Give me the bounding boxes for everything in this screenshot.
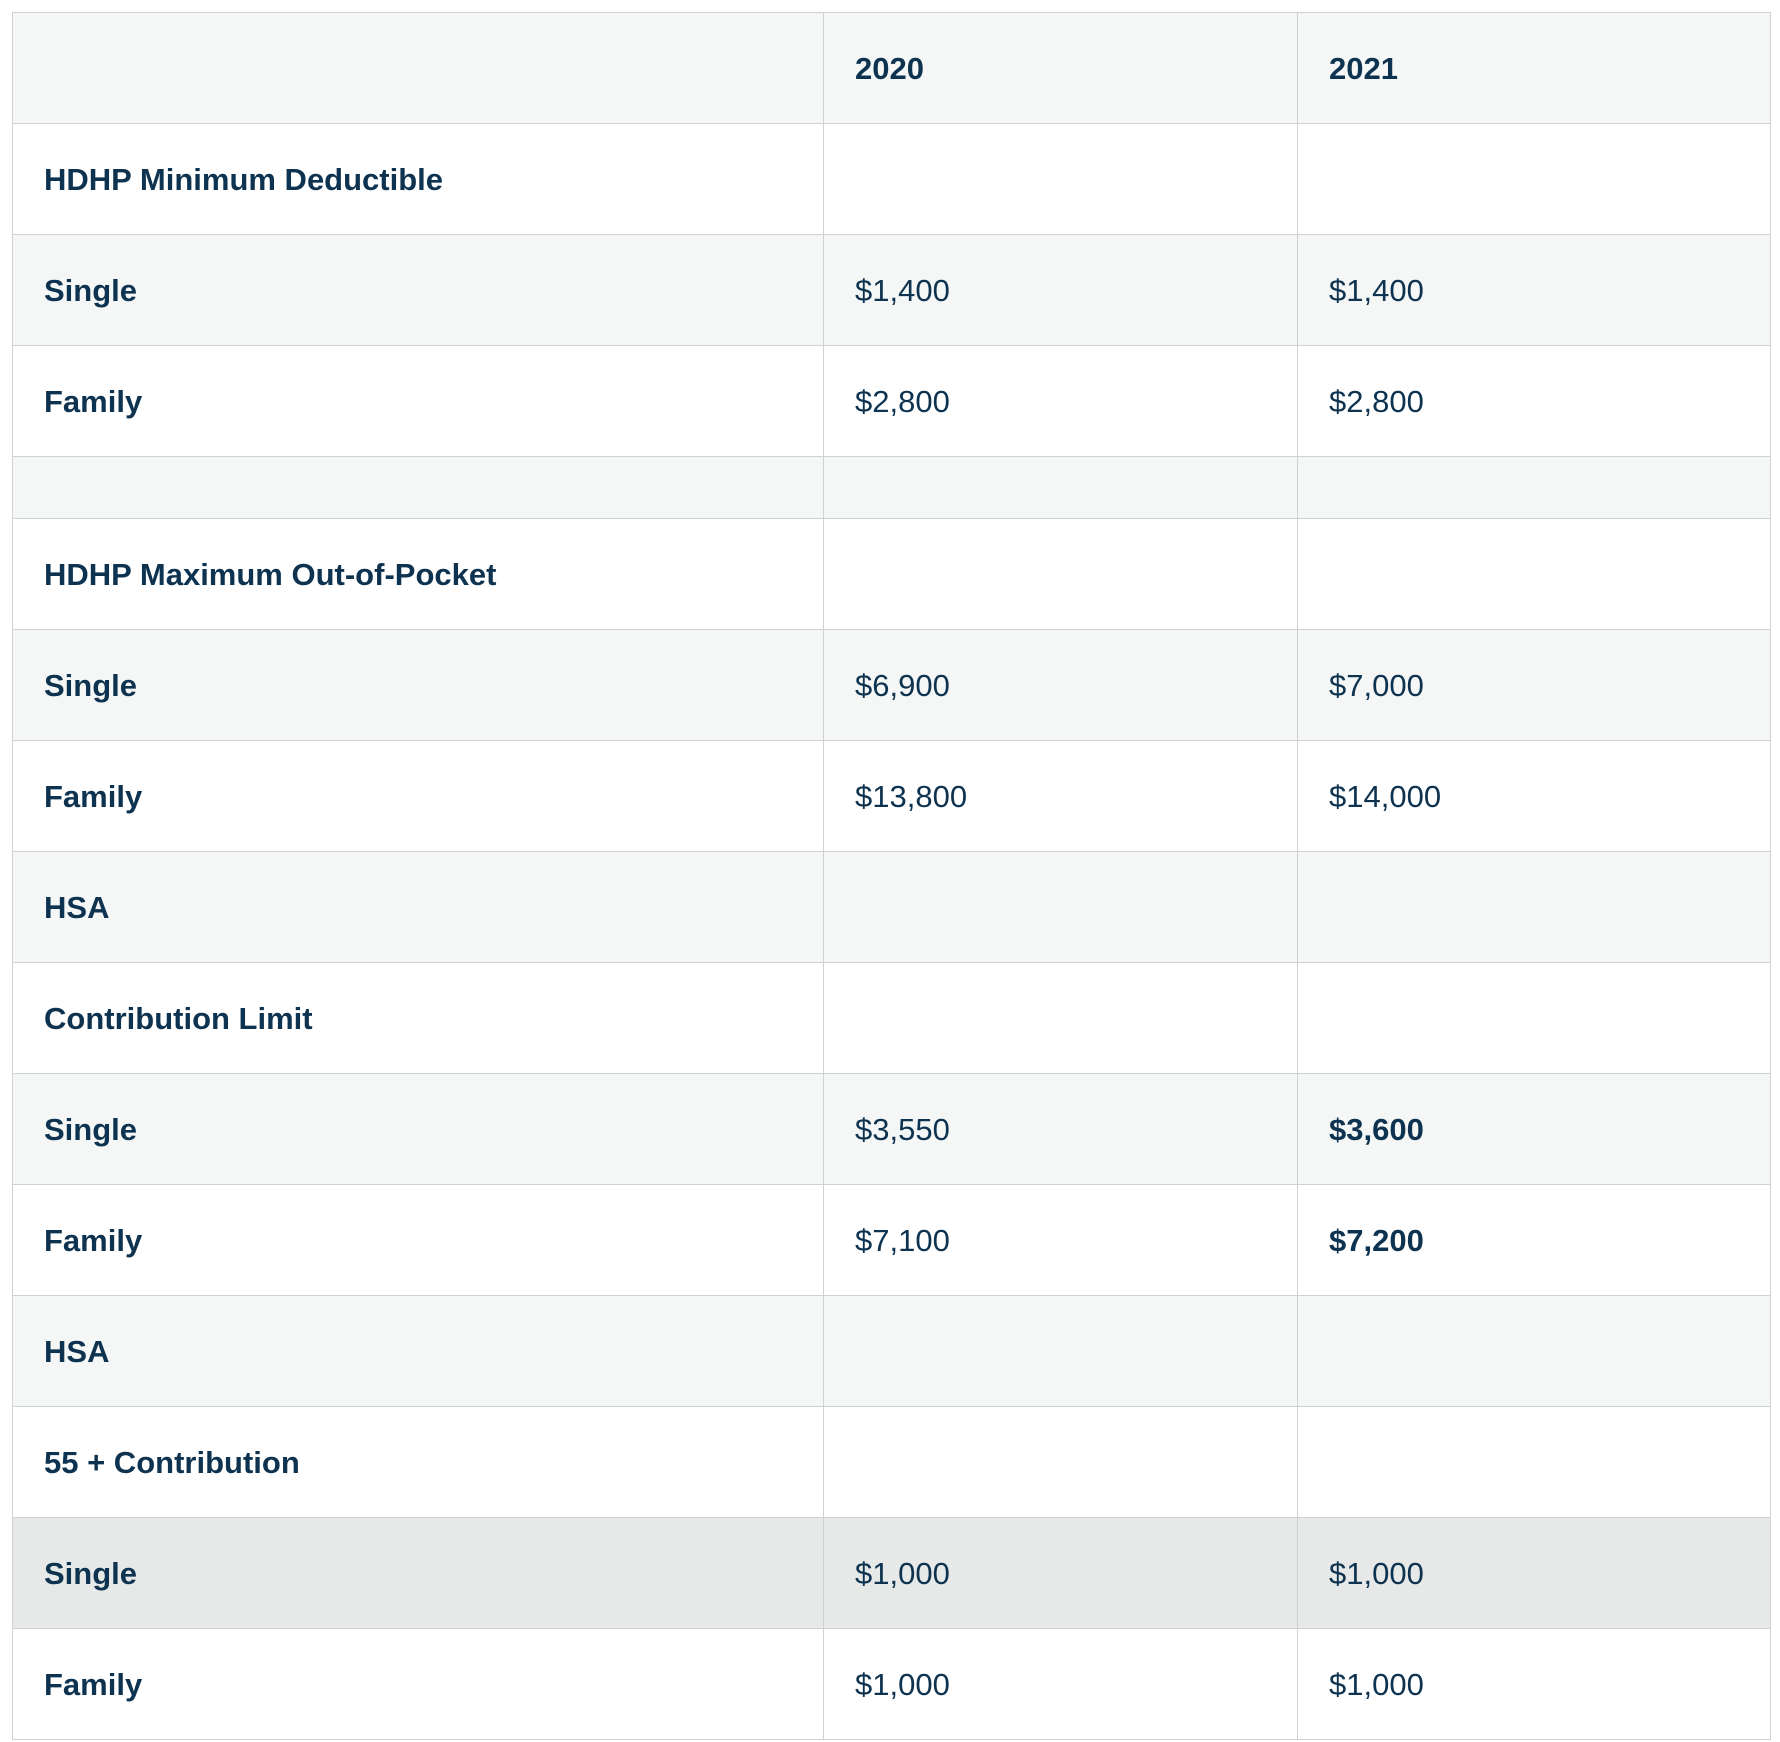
row-label: HDHP Minimum Deductible bbox=[12, 123, 824, 235]
cell-2021: $1,000 bbox=[1297, 1517, 1771, 1629]
cell-2021 bbox=[1297, 851, 1771, 963]
cell-2020 bbox=[823, 962, 1298, 1074]
table-row: Contribution Limit bbox=[12, 962, 1771, 1074]
row-label: Single bbox=[12, 1073, 824, 1185]
row-label: Single bbox=[12, 234, 824, 346]
table-row-highlighted: Single $1,000 $1,000 bbox=[12, 1517, 1771, 1629]
row-label: Contribution Limit bbox=[12, 962, 824, 1074]
cell-2020: $7,100 bbox=[823, 1184, 1298, 1296]
row-label bbox=[12, 456, 824, 519]
cell-2021: $2,800 bbox=[1297, 345, 1771, 457]
cell-2020 bbox=[823, 456, 1298, 519]
table-row: Family $7,100 $7,200 bbox=[12, 1184, 1771, 1296]
cell-2020: $3,550 bbox=[823, 1073, 1298, 1185]
header-cell-2021: 2021 bbox=[1297, 12, 1771, 124]
table-row: 55 + Contribution bbox=[12, 1406, 1771, 1518]
row-label: HSA bbox=[12, 1295, 824, 1407]
cell-2020 bbox=[823, 1406, 1298, 1518]
row-label: Family bbox=[12, 1184, 824, 1296]
table-spacer-row bbox=[12, 456, 1771, 519]
header-cell-2020: 2020 bbox=[823, 12, 1298, 124]
cell-2020: $1,400 bbox=[823, 234, 1298, 346]
table-row: HSA bbox=[12, 851, 1771, 963]
cell-2020 bbox=[823, 518, 1298, 630]
cell-2020 bbox=[823, 851, 1298, 963]
row-label: Single bbox=[12, 629, 824, 741]
header-cell-label bbox=[12, 12, 824, 124]
hdhp-hsa-limits-table: 2020 2021 HDHP Minimum Deductible Single… bbox=[12, 12, 1771, 1740]
cell-2021: $1,000 bbox=[1297, 1628, 1771, 1740]
cell-2020: $13,800 bbox=[823, 740, 1298, 852]
cell-2020 bbox=[823, 123, 1298, 235]
row-label: Family bbox=[12, 740, 824, 852]
cell-2021 bbox=[1297, 456, 1771, 519]
table-row: Single $1,400 $1,400 bbox=[12, 234, 1771, 346]
cell-2021 bbox=[1297, 518, 1771, 630]
table-row: Family $13,800 $14,000 bbox=[12, 740, 1771, 852]
cell-2021: $14,000 bbox=[1297, 740, 1771, 852]
row-label: Single bbox=[12, 1517, 824, 1629]
cell-2020: $1,000 bbox=[823, 1517, 1298, 1629]
table-row: HSA bbox=[12, 1295, 1771, 1407]
cell-2021: $7,200 bbox=[1297, 1184, 1771, 1296]
cell-2020: $6,900 bbox=[823, 629, 1298, 741]
table-row: HDHP Minimum Deductible bbox=[12, 123, 1771, 235]
table-row: Single $6,900 $7,000 bbox=[12, 629, 1771, 741]
cell-2020: $2,800 bbox=[823, 345, 1298, 457]
table-row: HDHP Maximum Out-of-Pocket bbox=[12, 518, 1771, 630]
cell-2020: $1,000 bbox=[823, 1628, 1298, 1740]
cell-2021 bbox=[1297, 123, 1771, 235]
cell-2021 bbox=[1297, 1295, 1771, 1407]
cell-2021: $1,400 bbox=[1297, 234, 1771, 346]
row-label: Family bbox=[12, 1628, 824, 1740]
row-label: 55 + Contribution bbox=[12, 1406, 824, 1518]
row-label: HDHP Maximum Out-of-Pocket bbox=[12, 518, 824, 630]
cell-2021 bbox=[1297, 962, 1771, 1074]
row-label: HSA bbox=[12, 851, 824, 963]
table-header-row: 2020 2021 bbox=[12, 12, 1771, 124]
cell-2021: $3,600 bbox=[1297, 1073, 1771, 1185]
table-row: Family $1,000 $1,000 bbox=[12, 1628, 1771, 1740]
cell-2021 bbox=[1297, 1406, 1771, 1518]
table-row: Single $3,550 $3,600 bbox=[12, 1073, 1771, 1185]
cell-2020 bbox=[823, 1295, 1298, 1407]
table-row: Family $2,800 $2,800 bbox=[12, 345, 1771, 457]
row-label: Family bbox=[12, 345, 824, 457]
cell-2021: $7,000 bbox=[1297, 629, 1771, 741]
